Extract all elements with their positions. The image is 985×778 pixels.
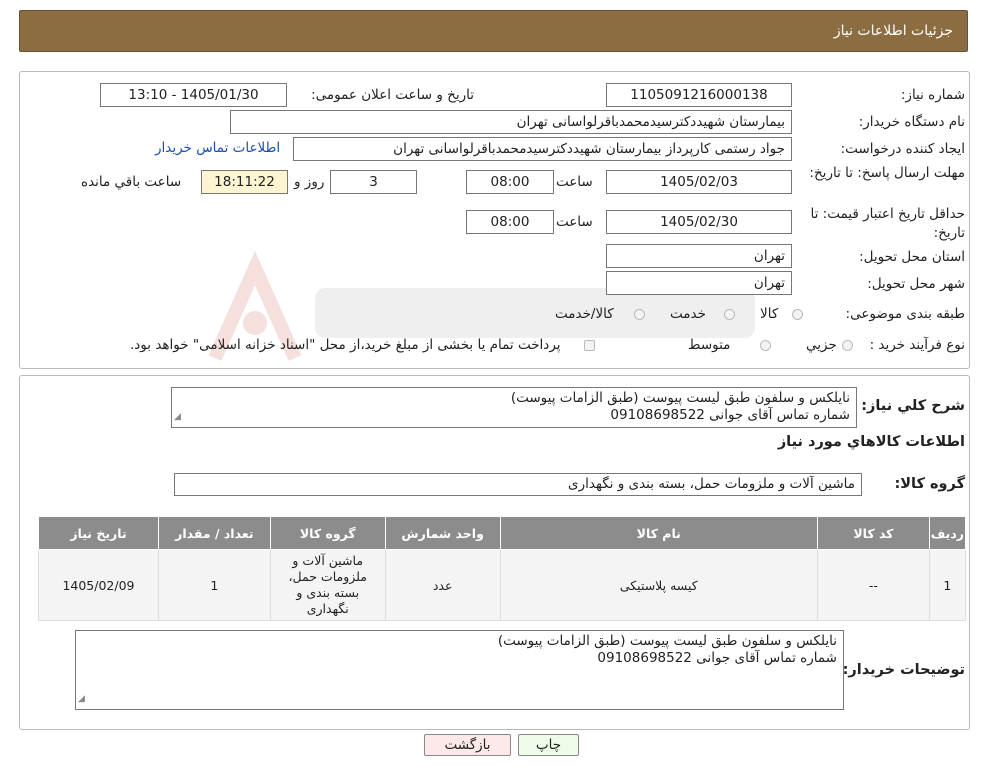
need-number-field: 1105091216000138 <box>606 83 792 107</box>
buyer-notes-field[interactable]: نایلکس و سلفون طبق لیست پیوست (طبق الزام… <box>75 630 844 710</box>
price-time-label: ساعت <box>556 214 593 230</box>
table-row: 1 -- کیسه پلاستیکی عدد ماشین آلات و ملزو… <box>38 549 967 621</box>
price-date-field: 1405/02/30 <box>606 210 792 234</box>
buyer-notes-line1: نایلکس و سلفون طبق لیست پیوست (طبق الزام… <box>497 633 837 649</box>
category-radio-goods[interactable] <box>792 309 803 320</box>
buyer-org-field: بیمارستان شهیددکترسیدمحمدباقرلواسانی تهر… <box>230 110 792 134</box>
reply-time-field: 08:00 <box>466 170 554 194</box>
process-label: نوع فرآیند خرید : <box>869 337 965 353</box>
process-small-label: جزیي <box>806 337 837 353</box>
remaining-label: ساعت باقي مانده <box>81 174 182 190</box>
goods-group-label: گروه کالا: <box>894 476 965 492</box>
items-section-title: اطلاعات كالاهاي مورد نياز <box>777 434 965 450</box>
category-service-label: خدمت <box>670 306 706 322</box>
announce-label: تاریخ و ساعت اعلان عمومی: <box>311 87 474 103</box>
page-header: جزئیات اطلاعات نیاز <box>19 10 968 52</box>
items-table-wrap: ردیف کد کالا نام کالا واحد شمارش گروه کا… <box>38 516 967 621</box>
col-header-date: تاریخ نیاز <box>38 516 159 550</box>
category-both-label: کالا/خدمت <box>555 306 614 322</box>
col-header-name: نام کالا <box>499 516 818 550</box>
category-radio-service[interactable] <box>724 309 735 320</box>
col-header-group: گروه کالا <box>269 516 386 550</box>
cell-unit: عدد <box>384 549 501 621</box>
days-field: 3 <box>330 170 417 194</box>
print-button[interactable]: چاپ <box>518 734 579 756</box>
general-description-line2: شماره تماس آقای جوانی 09108698522 <box>610 407 850 423</box>
days-label: روز و <box>294 174 325 190</box>
province-field: تهران <box>606 244 792 268</box>
reply-date-field: 1405/02/03 <box>606 170 792 194</box>
cell-name: کیسه پلاستیکی <box>499 549 818 621</box>
col-header-unit: واحد شمارش <box>384 516 501 550</box>
price-valid-label: حداقل تاریخ اعتبار قیمت: تا تاریخ: <box>810 206 965 241</box>
creator-field: جواد رستمی کارپرداز بیمارستان شهیددکترسی… <box>293 137 792 161</box>
process-radio-medium[interactable] <box>760 340 771 351</box>
cell-code: -- <box>816 549 930 621</box>
announce-field: 1405/01/30 - 13:10 <box>100 83 287 107</box>
col-header-code: کد کالا <box>816 516 930 550</box>
buyer-notes-label: توضیحات خریدار: <box>842 662 965 678</box>
general-description-line1: نایلکس و سلفون طبق لیست پیوست (طبق الزام… <box>510 390 850 406</box>
resize-grip-icon[interactable]: ◢ <box>78 691 85 708</box>
general-description-label: شرح كلي نياز: <box>861 398 965 414</box>
buyer-notes-line2: شماره تماس آقای جوانی 09108698522 <box>597 650 837 666</box>
need-number-label: شماره نیاز: <box>900 87 965 103</box>
cell-qty: 1 <box>157 549 271 621</box>
city-field: تهران <box>606 271 792 295</box>
reply-deadline-label: مهلت ارسال پاسخ: تا تاریخ: <box>809 165 965 181</box>
category-radio-both[interactable] <box>634 309 645 320</box>
category-goods-label: کالا <box>760 306 779 322</box>
payment-checkbox[interactable] <box>584 340 595 351</box>
process-medium-label: متوسط <box>688 337 731 353</box>
goods-group-field: ماشین آلات و ملزومات حمل، بسته بندی و نگ… <box>174 473 862 496</box>
remaining-time-field: 18:11:22 <box>201 170 288 194</box>
page-title: جزئیات اطلاعات نیاز <box>833 23 953 39</box>
payment-note: پرداخت تمام یا بخشی از مبلغ خرید،از محل … <box>130 337 561 353</box>
cell-date: 1405/02/09 <box>38 549 159 621</box>
province-label: استان محل تحویل: <box>859 249 965 265</box>
reply-time-label: ساعت <box>556 174 593 190</box>
price-time-field: 08:00 <box>466 210 554 234</box>
resize-grip-icon[interactable]: ◢ <box>174 409 181 426</box>
category-label: طبقه بندی موضوعی: <box>845 306 965 322</box>
buyer-org-label: نام دستگاه خریدار: <box>858 114 965 130</box>
col-header-qty: تعداد / مقدار <box>157 516 271 550</box>
cell-row-num: 1 <box>928 549 967 621</box>
contact-buyer-link[interactable]: اطلاعات تماس خریدار <box>155 140 280 156</box>
creator-label: ایجاد کننده درخواست: <box>840 141 965 157</box>
cell-group: ماشین آلات و ملزومات حمل، بسته بندی و نگ… <box>269 549 386 621</box>
table-header-row: ردیف کد کالا نام کالا واحد شمارش گروه کا… <box>38 516 967 550</box>
col-header-row-num: ردیف <box>928 516 967 550</box>
back-button[interactable]: بازگشت <box>424 734 511 756</box>
general-description-field[interactable]: نایلکس و سلفون طبق لیست پیوست (طبق الزام… <box>171 387 857 428</box>
process-radio-small[interactable] <box>842 340 853 351</box>
items-table: ردیف کد کالا نام کالا واحد شمارش گروه کا… <box>38 516 967 621</box>
city-label: شهر محل تحویل: <box>867 276 965 292</box>
